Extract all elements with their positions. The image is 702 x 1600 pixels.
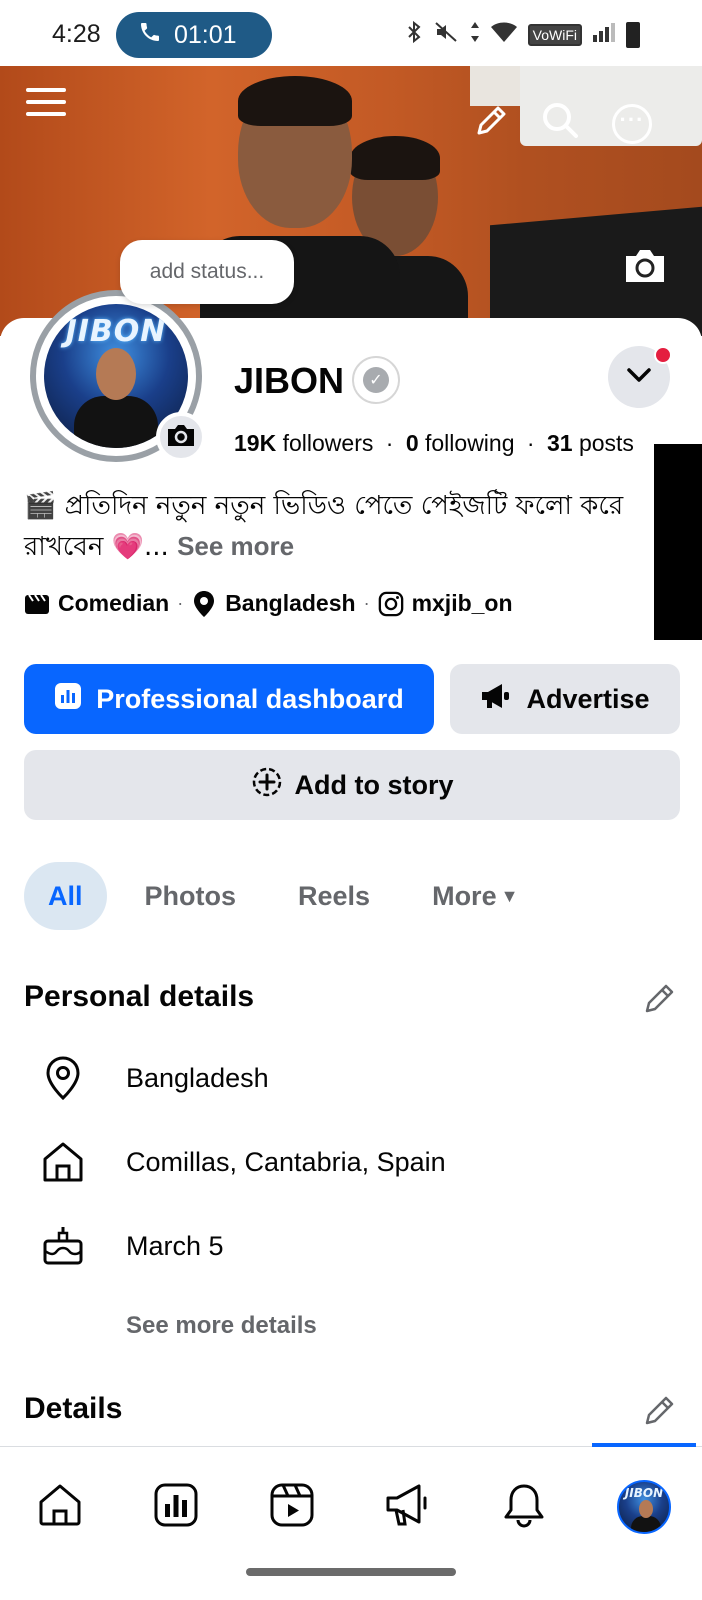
instagram-icon [378, 591, 404, 617]
nav-notifications[interactable] [494, 1477, 554, 1537]
detail-text: Bangladesh [126, 1062, 269, 1093]
camera-icon [622, 246, 668, 291]
mute-icon [434, 20, 460, 50]
bio-ellipsis: ... [144, 532, 169, 562]
birthday-cake-icon [40, 1223, 86, 1269]
advertise-button[interactable]: Advertise [450, 664, 680, 734]
add-to-story-button[interactable]: Add to story [24, 750, 680, 820]
pencil-icon [642, 1392, 678, 1433]
home-icon [37, 1482, 83, 1533]
followers-label[interactable]: followers [283, 430, 374, 456]
dashboard-icon [54, 682, 82, 717]
detail-row-hometown: Comillas, Cantabria, Spain [40, 1132, 660, 1192]
edit-profile-picture-button[interactable] [156, 412, 206, 462]
redaction-block [654, 444, 702, 640]
notification-dot [654, 346, 672, 364]
professional-dashboard-button[interactable]: Professional dashboard [24, 664, 434, 734]
followers-count[interactable]: 19K [234, 430, 276, 456]
megaphone-icon [480, 682, 512, 717]
detail-row-birthday: March 5 [40, 1216, 660, 1276]
home-icon [40, 1139, 86, 1185]
gesture-home-bar[interactable] [246, 1568, 456, 1576]
profile-tabs: All Photos Reels More ▼ [24, 862, 556, 930]
personal-details-title: Personal details [24, 980, 255, 1013]
nav-dashboard[interactable] [146, 1477, 206, 1537]
professional-dashboard-label: Professional dashboard [96, 683, 404, 714]
profile-stats: 19K followers · 0 following · 31 posts [234, 430, 634, 456]
data-arrows-icon [470, 20, 480, 50]
see-more-link[interactable]: See more [177, 531, 294, 561]
bottom-navigation: JIBON [0, 1443, 702, 1600]
tab-all[interactable]: All [24, 862, 107, 930]
nav-home[interactable] [30, 1477, 90, 1537]
nav-profile[interactable]: JIBON [614, 1477, 674, 1537]
battery-icon [626, 22, 640, 48]
add-to-story-label: Add to story [294, 769, 454, 800]
megaphone-icon [384, 1482, 432, 1533]
clapperboard-icon [24, 591, 50, 617]
tab-reels[interactable]: Reels [274, 862, 394, 930]
add-story-icon [251, 766, 283, 805]
avatar: JIBON [617, 1480, 671, 1534]
profile-name: JIBON [234, 360, 345, 401]
bell-icon [502, 1482, 546, 1533]
location-text: Bangladesh [225, 590, 356, 616]
ongoing-call-pill[interactable]: 01:01 [116, 12, 272, 58]
vowifi-badge: VoWiFi [527, 24, 582, 46]
edit-cover-photo-button[interactable] [622, 248, 668, 288]
advertise-label: Advertise [526, 683, 650, 714]
more-options-button[interactable]: ··· [612, 104, 652, 144]
profile-meta: Comedian · Bangladesh · mxjib_on [24, 590, 513, 617]
bluetooth-icon [406, 20, 424, 50]
signal-icon [592, 20, 616, 50]
location-pin-icon [191, 590, 217, 617]
dashboard-icon [153, 1482, 199, 1533]
menu-button[interactable] [24, 82, 68, 122]
see-more-details-link[interactable]: See more details [126, 1312, 317, 1340]
status-time: 4:28 [52, 20, 101, 48]
hamburger-icon [26, 88, 66, 92]
add-status-bubble[interactable]: add status... [120, 240, 294, 304]
camera-icon [166, 422, 196, 453]
wifi-icon [490, 20, 518, 50]
tab-more-label: More [432, 880, 497, 911]
nav-ads[interactable] [378, 1477, 438, 1537]
avatar-text: JIBON [65, 314, 167, 349]
following-label[interactable]: following [425, 430, 515, 456]
detail-text: March 5 [126, 1230, 224, 1261]
category-text: Comedian [58, 590, 170, 616]
pencil-icon [473, 103, 509, 144]
pencil-icon [642, 980, 678, 1021]
heart-emoji: 💗 [111, 532, 144, 562]
caret-down-icon: ▼ [500, 885, 519, 906]
search-icon [540, 100, 580, 145]
ellipsis-icon: ··· [619, 107, 645, 132]
detail-text: Comillas, Cantabria, Spain [126, 1146, 446, 1177]
instagram-link[interactable]: mxjib_on [412, 590, 513, 617]
location-pin-icon [40, 1055, 86, 1101]
posts-label: posts [578, 430, 634, 456]
active-tab-indicator [592, 1443, 696, 1447]
following-count[interactable]: 0 [406, 430, 419, 456]
status-icons: VoWiFi [406, 20, 640, 50]
edit-profile-button[interactable] [472, 104, 510, 142]
edit-details-button[interactable] [640, 1392, 680, 1432]
chevron-down-icon [626, 367, 652, 388]
status-bar: 4:28 01:01 VoWiFi [0, 0, 702, 66]
reels-icon [269, 1482, 315, 1533]
phone-icon [138, 20, 162, 51]
call-timer: 01:01 [174, 20, 237, 49]
tab-photos[interactable]: Photos [121, 862, 261, 930]
verified-badge[interactable]: ✓ [352, 356, 400, 404]
avatar-text: JIBON [624, 1486, 664, 1500]
profile-bio: 🎬 প্রতিদিন নতুন নতুন ভিডিও পেতে পেইজটি ফ… [24, 486, 664, 567]
posts-count: 31 [546, 430, 573, 456]
tab-more[interactable]: More ▼ [408, 862, 542, 930]
checkmark-icon: ✓ [363, 367, 389, 393]
nav-reels[interactable] [262, 1477, 322, 1537]
edit-personal-details-button[interactable] [640, 980, 680, 1020]
detail-row-current-city: Bangladesh [40, 1048, 660, 1108]
details-title: Details [24, 1392, 123, 1425]
search-button[interactable] [540, 102, 580, 142]
